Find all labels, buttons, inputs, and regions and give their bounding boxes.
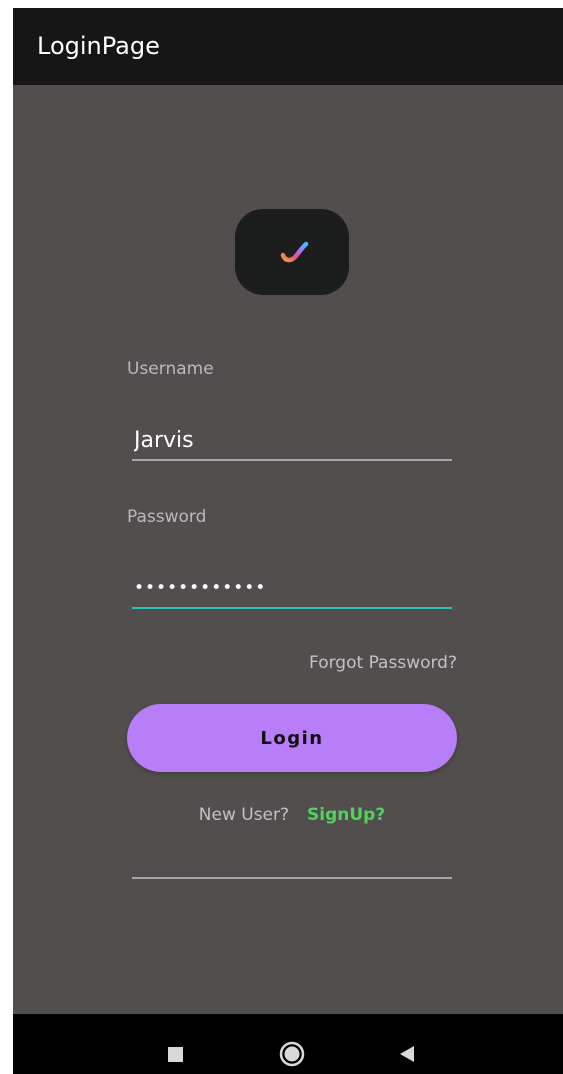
square-icon bbox=[168, 1047, 183, 1062]
check-swoosh-icon bbox=[280, 241, 309, 263]
system-nav-bar bbox=[13, 1014, 563, 1074]
phone-screen: LoginPage Username Password Forgot Passw… bbox=[13, 8, 563, 1074]
recents-button[interactable] bbox=[146, 1014, 206, 1074]
app-title: LoginPage bbox=[37, 32, 160, 60]
forgot-password-row: Forgot Password? bbox=[13, 8, 563, 673]
username-label: Username bbox=[127, 359, 214, 379]
triangle-back-icon bbox=[400, 1046, 414, 1062]
username-input[interactable] bbox=[132, 421, 452, 461]
app-bar: LoginPage bbox=[13, 8, 563, 85]
login-button[interactable]: Login bbox=[127, 704, 457, 772]
password-input[interactable] bbox=[132, 569, 452, 609]
password-label: Password bbox=[127, 507, 207, 527]
circle-icon bbox=[279, 1041, 305, 1067]
signup-link[interactable]: SignUp? bbox=[307, 805, 385, 825]
new-user-text: New User? bbox=[198, 805, 290, 825]
back-button[interactable] bbox=[378, 1014, 438, 1074]
home-button[interactable] bbox=[262, 1014, 322, 1074]
app-logo bbox=[235, 209, 349, 295]
signup-row: New User? SignUp? bbox=[13, 804, 563, 826]
forgot-password-link[interactable]: Forgot Password? bbox=[309, 652, 457, 674]
divider-line bbox=[132, 877, 452, 879]
